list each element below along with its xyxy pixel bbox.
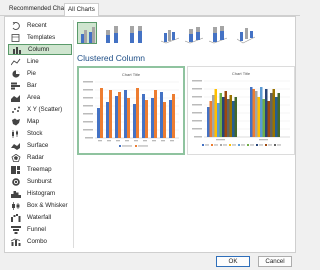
sidebar-item-recent[interactable]: Recent: [8, 20, 72, 31]
bar-chart-icon: [11, 82, 21, 90]
surface-chart-icon: [11, 142, 21, 150]
sidebar-item-scatter[interactable]: X Y (Scatter): [8, 104, 72, 115]
y-axis-ticks: [83, 81, 93, 139]
waterfall-chart-icon: [11, 213, 21, 222]
sidebar-item-line[interactable]: Line: [8, 56, 72, 67]
chart-subtype-gallery: [77, 20, 292, 46]
sidebar-item-templates[interactable]: Templates: [8, 32, 72, 43]
y-axis-ticks: [192, 80, 202, 138]
cancel-button[interactable]: Cancel: [258, 256, 292, 267]
sidebar-item-label: Map: [27, 118, 40, 125]
column-bars: [207, 87, 280, 137]
sidebar-item-label: Sunburst: [27, 178, 52, 185]
recent-icon: [11, 21, 21, 30]
area-chart-icon: [11, 94, 21, 102]
clustered-column-icon[interactable]: [77, 22, 97, 44]
stacked-column-icon[interactable]: [101, 22, 121, 44]
preview-chart-2: Chart Title: [192, 71, 290, 146]
sidebar-item-column[interactable]: Column: [8, 44, 72, 55]
pie-chart-icon: [11, 69, 21, 78]
stock-chart-icon: [11, 129, 21, 138]
sidebar-item-label: Combo: [27, 238, 47, 245]
sidebar-divider: [73, 20, 74, 248]
treemap-chart-icon: [11, 165, 21, 174]
column-chart-icon: [12, 46, 22, 54]
sidebar-item-map[interactable]: Map: [8, 116, 72, 127]
preview-chart-1: Chart Title: [83, 72, 179, 147]
sidebar-item-radar[interactable]: Radar: [8, 152, 72, 163]
sidebar-item-label: Column: [28, 46, 50, 53]
chart-preview-by-row[interactable]: Chart Title: [187, 66, 295, 155]
box-whisker-chart-icon: [11, 201, 21, 210]
sidebar-item-label: Funnel: [27, 226, 46, 233]
sidebar-item-label: Recent: [27, 22, 47, 29]
3d-stacked-column-icon[interactable]: [183, 22, 203, 44]
x-axis-ticks: [98, 140, 174, 142]
legend: [119, 145, 148, 147]
sidebar-item-combo[interactable]: Combo: [8, 236, 72, 247]
legend: [202, 144, 281, 146]
radar-chart-icon: [11, 153, 21, 162]
scatter-chart-icon: [11, 106, 21, 114]
sidebar-item-box-whisker[interactable]: Box & Whisker: [8, 200, 72, 211]
sidebar-item-sunburst[interactable]: Sunburst: [8, 176, 72, 187]
sidebar-item-label: Bar: [27, 82, 37, 89]
3d-clustered-column-icon[interactable]: [159, 22, 179, 44]
column-bars: [97, 88, 175, 138]
sidebar-item-label: Histogram: [27, 190, 56, 197]
sidebar-item-bar[interactable]: Bar: [8, 80, 72, 91]
sidebar-item-label: Surface: [27, 142, 49, 149]
3d-100-stacked-column-icon[interactable]: [207, 22, 227, 44]
sidebar-item-treemap[interactable]: Treemap: [8, 164, 72, 175]
sidebar-item-histogram[interactable]: Histogram: [8, 188, 72, 199]
combo-chart-icon: [10, 238, 21, 246]
100-stacked-column-icon[interactable]: [125, 22, 145, 44]
sidebar-item-label: Templates: [27, 34, 56, 41]
histogram-chart-icon: [11, 190, 21, 198]
sidebar-item-label: Area: [27, 94, 41, 101]
sidebar-item-label: Pie: [27, 70, 36, 77]
sidebar-item-stock[interactable]: Stock: [8, 128, 72, 139]
tab-bar: Recommended Charts All Charts: [0, 0, 300, 17]
sidebar-item-label: Waterfall: [27, 214, 52, 221]
sidebar-item-label: Line: [27, 58, 39, 65]
chart-subtype-heading: Clustered Column: [77, 53, 146, 63]
sidebar-item-label: X Y (Scatter): [27, 106, 63, 113]
ok-button[interactable]: OK: [216, 256, 250, 267]
line-chart-icon: [10, 58, 21, 66]
sidebar-item-label: Box & Whisker: [27, 202, 68, 209]
3d-column-icon[interactable]: [235, 22, 255, 44]
templates-icon: [11, 33, 21, 42]
sidebar-item-label: Stock: [27, 130, 43, 137]
preview-title: Chart Title: [122, 72, 141, 77]
sidebar-item-label: Radar: [27, 154, 44, 161]
tab-all-charts[interactable]: All Charts: [64, 3, 99, 17]
sidebar-item-waterfall[interactable]: Waterfall: [8, 212, 72, 223]
map-chart-icon: [11, 118, 21, 126]
all-charts-panel: Recent Templates Column Line Pie Bar Are…: [4, 16, 296, 253]
sidebar-item-label: Treemap: [27, 166, 52, 173]
funnel-chart-icon: [11, 225, 21, 234]
sidebar-item-funnel[interactable]: Funnel: [8, 224, 72, 235]
x-axis-ticks: [216, 139, 268, 141]
sidebar-item-area[interactable]: Area: [8, 92, 72, 103]
sidebar-item-surface[interactable]: Surface: [8, 140, 72, 151]
chart-preview-by-column[interactable]: Chart Title: [77, 66, 185, 155]
preview-title: Chart Title: [232, 71, 251, 76]
sunburst-chart-icon: [11, 177, 21, 186]
chart-category-list: Recent Templates Column Line Pie Bar Are…: [8, 20, 73, 248]
sidebar-item-pie[interactable]: Pie: [8, 68, 72, 79]
